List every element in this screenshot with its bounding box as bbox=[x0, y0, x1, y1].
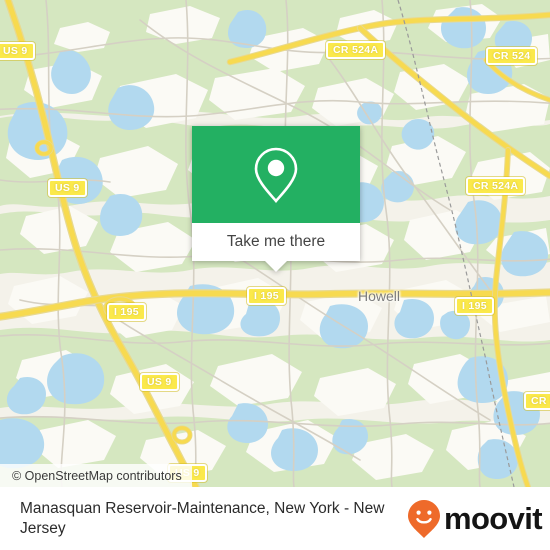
map-pin-icon bbox=[254, 147, 298, 203]
road-shield: I 195 bbox=[455, 297, 494, 315]
road-shield: CR 524A bbox=[326, 41, 386, 59]
moovit-wordmark: moovit bbox=[443, 501, 543, 536]
road-shield: US 9 bbox=[48, 179, 87, 197]
callout-tail bbox=[265, 261, 287, 272]
road-shield: CR 524 bbox=[486, 47, 538, 65]
callout-icon-panel bbox=[192, 126, 360, 223]
road-shield: US 9 bbox=[0, 42, 35, 60]
map-canvas[interactable]: US 9 CR 524A CR 524 US 9 CR 524A I 195 I… bbox=[0, 0, 550, 487]
road-shield: I 195 bbox=[247, 287, 286, 305]
road-shield: CR 5 bbox=[524, 392, 550, 410]
moovit-brand[interactable]: moovit bbox=[407, 499, 543, 539]
take-me-there-callout[interactable]: Take me there bbox=[192, 126, 360, 272]
screenshot-root: US 9 CR 524A CR 524 US 9 CR 524A I 195 I… bbox=[0, 0, 550, 550]
moovit-smiley-pin-icon bbox=[407, 499, 440, 538]
road-shield: I 195 bbox=[107, 303, 146, 321]
map-attribution[interactable]: © OpenStreetMap contributors bbox=[0, 464, 192, 487]
footer-bar: Manasquan Reservoir-Maintenance, New Yor… bbox=[0, 487, 550, 550]
attribution-text: © OpenStreetMap contributors bbox=[12, 468, 182, 483]
location-title: Manasquan Reservoir-Maintenance, New Yor… bbox=[20, 499, 385, 537]
road-shield: CR 524A bbox=[466, 177, 526, 195]
callout-action-panel[interactable]: Take me there bbox=[192, 223, 360, 261]
take-me-there-label: Take me there bbox=[226, 233, 326, 250]
place-label-howell: Howell bbox=[358, 288, 401, 304]
road-shield: US 9 bbox=[140, 373, 179, 391]
